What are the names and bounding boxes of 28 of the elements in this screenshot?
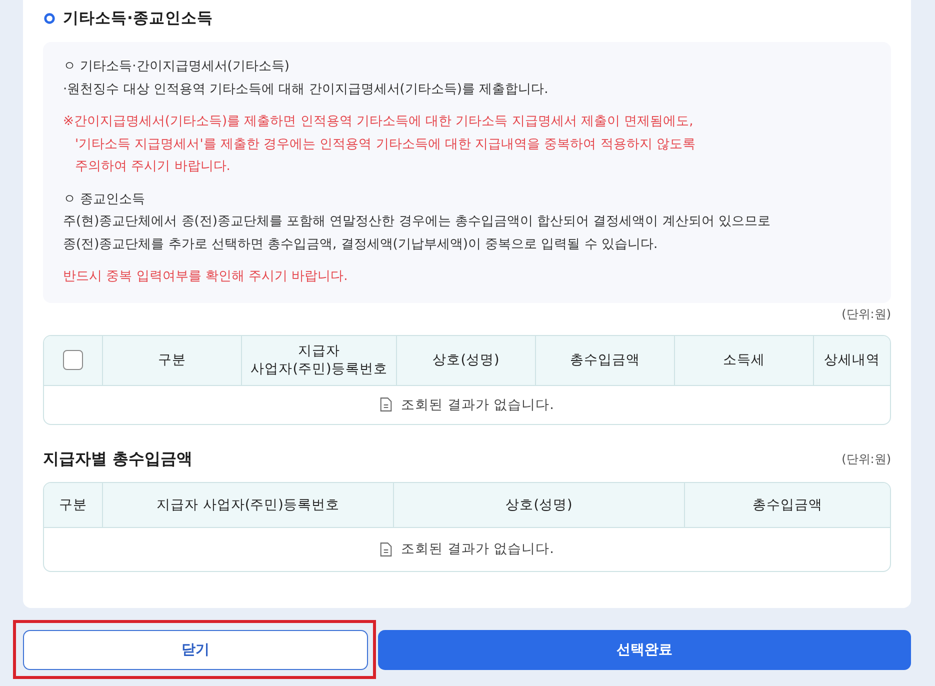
warning-text: ※간이지급명세서(기타소득)를 제출하면 인적용역 기타소득에 대한 기타소득 지급명세서 제출이 면제됨에도, '기타소득 지급명세서'를 제출한 경우에는 인적용역 기타소득에 대한 지급내역을 중복하여 적용하지 않도록 주의하여 주시기 바랍니다.	[63, 112, 696, 176]
empty-message: 조회된 결과가 없습니다.	[401, 396, 554, 414]
column-header: 지급자 사업자(주민)등록번호	[242, 336, 397, 385]
column-header: 총수입금액	[536, 336, 675, 385]
ring-icon	[44, 12, 55, 24]
column-header: 지급자 사업자(주민)등록번호	[103, 482, 394, 527]
notice-text: ·원천징수 대상 인적용역 기타소득에 대해 간이지급명세서(기타소득)를 제출합니다.	[63, 80, 550, 99]
notice-heading: ㅇ 기타소득·간이지급명세서(기타소득)	[63, 58, 290, 76]
confirm-button[interactable]: 선택완료	[378, 630, 911, 670]
notice-text: 주(현)종교단체에서 종(전)종교단체를 포함해 연말정산한 경우에는 총수입금액이 합산되어 결정세액이 계산되어 있으므로 종(전)종교단체를 추가로 선택하면 총수입금액, 결정세액(기납부세액)이 중복으로 입력될 수 있습니다.	[63, 213, 772, 254]
column-header: 상호(성명)	[394, 482, 685, 527]
column-header: 구분	[103, 336, 242, 385]
column-header: 소득세	[675, 336, 814, 385]
column-header: 총수입금액	[752, 496, 824, 515]
warning-text: 반드시 중복 입력여부를 확인해 주시기 바랍니다.	[63, 268, 349, 286]
unit-label: (단위:원)	[842, 450, 891, 468]
column-header: 상호(성명)	[397, 336, 536, 385]
document-icon	[380, 397, 392, 412]
notice-heading: ㅇ 종교인소득	[63, 190, 146, 209]
section-title: 기타소득·종교인소득	[63, 8, 213, 29]
close-button[interactable]: 닫기	[23, 630, 368, 670]
empty-message: 조회된 결과가 없습니다.	[401, 540, 554, 558]
document-icon	[380, 542, 392, 557]
select-all-checkbox[interactable]	[63, 350, 83, 370]
section-title: 지급자별 총수입금액	[43, 448, 193, 470]
column-header: 구분	[44, 482, 103, 527]
unit-label: (단위:원)	[842, 306, 891, 323]
column-header: 상세내역	[823, 351, 881, 370]
